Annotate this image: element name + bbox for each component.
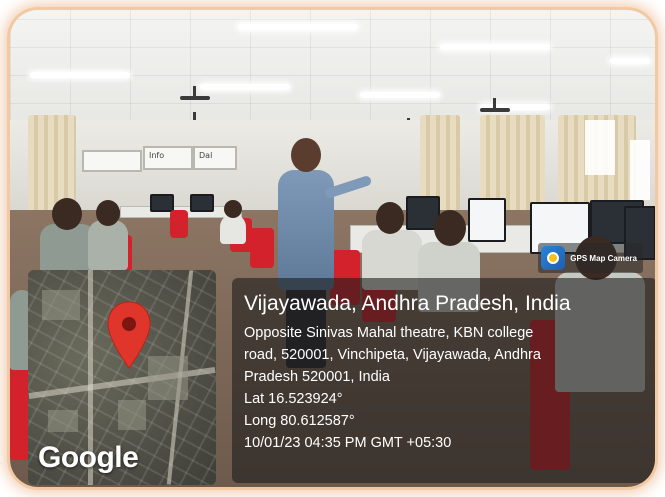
gps-map-camera-label: GPS Map Camera bbox=[570, 253, 637, 263]
wall-board-label: Dal bbox=[199, 151, 213, 160]
latitude: Lat 16.523924° bbox=[244, 391, 343, 407]
ceiling-light bbox=[238, 24, 358, 30]
wall-board: Dal bbox=[193, 146, 237, 170]
student bbox=[88, 220, 128, 270]
ceiling-light bbox=[30, 72, 130, 78]
ceiling-light bbox=[610, 58, 650, 64]
map-building bbox=[48, 410, 78, 432]
satellite-map-thumbnail: Google bbox=[28, 270, 216, 485]
address-line: Opposite Sinivas Mahal theatre, KBN coll… bbox=[244, 325, 534, 341]
instructor-head bbox=[291, 138, 321, 172]
wall-board-label: Info bbox=[149, 151, 165, 160]
student bbox=[220, 214, 246, 244]
address-line: road, 520001, Vinchipeta, Vijayawada, An… bbox=[244, 347, 541, 363]
ceiling-light bbox=[360, 92, 440, 98]
computer-monitor bbox=[190, 194, 214, 212]
ceiling-fan-icon bbox=[480, 98, 510, 112]
gps-map-camera-badge: GPS Map Camera bbox=[538, 243, 643, 273]
gps-map-camera-icon bbox=[541, 246, 566, 270]
wall-board bbox=[82, 150, 142, 172]
student-head bbox=[434, 210, 466, 246]
timestamp: 10/01/23 04:35 PM GMT +05:30 bbox=[244, 435, 452, 451]
computer-monitor bbox=[468, 198, 506, 242]
google-logo: Google bbox=[38, 441, 139, 474]
computer-monitor bbox=[150, 194, 174, 212]
address-line: Pradesh 520001, India bbox=[244, 369, 390, 385]
wall-board: Info bbox=[143, 146, 193, 170]
map-building bbox=[148, 356, 188, 400]
student-head bbox=[376, 202, 404, 234]
chair bbox=[170, 210, 188, 238]
ceiling-fan-icon bbox=[180, 86, 210, 100]
photo-frame: Info Dal GPS Map Camera Google Vijayawad… bbox=[10, 10, 655, 487]
student-head bbox=[224, 200, 242, 218]
window-glare bbox=[630, 140, 650, 200]
location-title: Vijayawada, Andhra Pradesh, India bbox=[244, 292, 571, 315]
location-info-panel: Vijayawada, Andhra Pradesh, India Opposi… bbox=[232, 278, 655, 483]
longitude: Long 80.612587° bbox=[244, 413, 355, 429]
chair bbox=[250, 228, 274, 268]
ceiling-light bbox=[440, 44, 550, 50]
window-glare bbox=[585, 120, 615, 175]
location-pin-icon bbox=[107, 301, 151, 369]
ceiling-light bbox=[200, 84, 290, 90]
map-building bbox=[118, 400, 146, 430]
student-head bbox=[96, 200, 120, 226]
map-building bbox=[42, 290, 80, 320]
student-head bbox=[52, 198, 82, 230]
